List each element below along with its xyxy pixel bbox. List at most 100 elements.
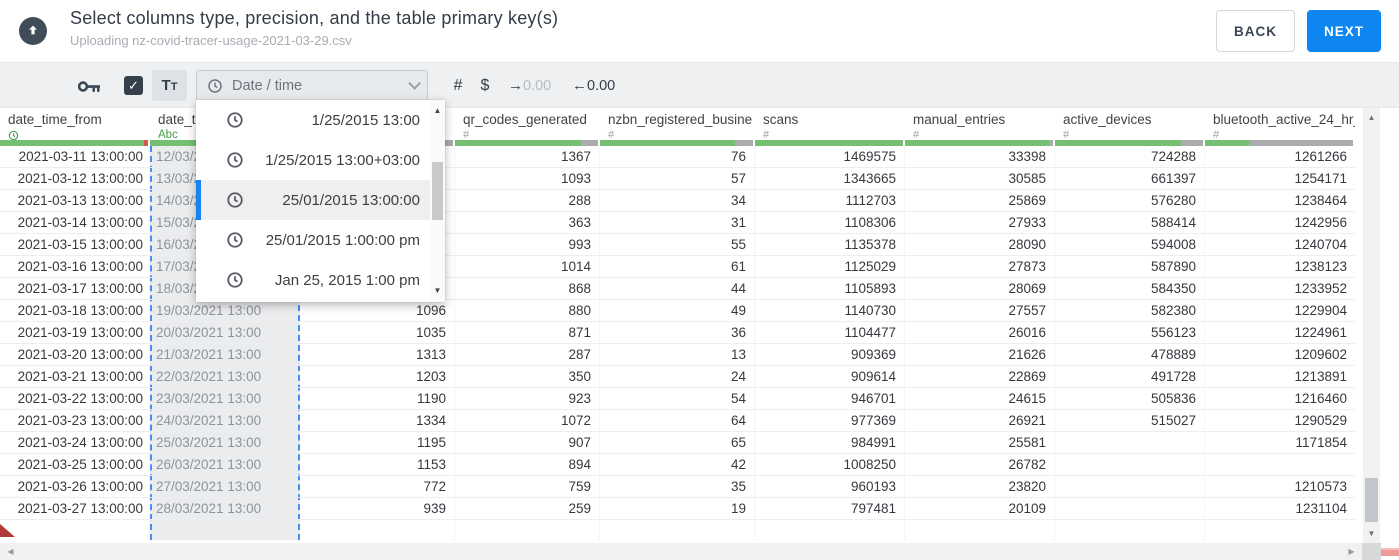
table-cell[interactable]: 724288 bbox=[1055, 146, 1205, 167]
menu-scroll-down-icon[interactable]: ▼ bbox=[430, 284, 445, 298]
table-cell[interactable]: 1242956 bbox=[1205, 212, 1355, 233]
table-cell[interactable]: 661397 bbox=[1055, 168, 1205, 189]
decrease-decimal-button[interactable]: ←0.00 bbox=[572, 63, 615, 109]
table-cell[interactable]: 350 bbox=[455, 366, 600, 387]
table-cell[interactable]: 20/03/2021 13:00 bbox=[150, 322, 300, 343]
table-cell[interactable]: 759 bbox=[455, 476, 600, 497]
table-cell[interactable]: 582380 bbox=[1055, 300, 1205, 321]
table-cell[interactable]: 1135378 bbox=[755, 234, 905, 255]
table-cell[interactable] bbox=[300, 520, 455, 540]
scroll-down-arrow-icon[interactable]: ▼ bbox=[1363, 526, 1380, 542]
table-row[interactable]: 2021-03-22 13:00:00 23/03/2021 13:00 1190 9… bbox=[0, 388, 1355, 410]
table-cell[interactable]: 25/03/2021 13:00 bbox=[150, 432, 300, 453]
table-cell[interactable]: 61 bbox=[600, 256, 755, 277]
table-cell[interactable]: 1313 bbox=[300, 344, 455, 365]
table-cell[interactable]: 19/03/2021 13:00 bbox=[150, 300, 300, 321]
table-cell[interactable]: 27873 bbox=[905, 256, 1055, 277]
datetime-format-option[interactable]: 25/01/2015 13:00:00 bbox=[196, 180, 430, 220]
table-cell[interactable]: 2021-03-25 13:00:00 bbox=[0, 454, 150, 475]
table-cell[interactable]: 22/03/2021 13:00 bbox=[150, 366, 300, 387]
column-header-bluetooth_active_24_hr_[interactable]: bluetooth_active_24_hr_ # bbox=[1205, 108, 1355, 146]
table-cell[interactable]: 587890 bbox=[1055, 256, 1205, 277]
table-cell[interactable]: 1195 bbox=[300, 432, 455, 453]
table-cell[interactable]: 1072 bbox=[455, 410, 600, 431]
table-row[interactable]: 2021-03-24 13:00:00 25/03/2021 13:00 1195 9… bbox=[0, 432, 1355, 454]
table-cell[interactable]: 288 bbox=[455, 190, 600, 211]
table-cell[interactable]: 2021-03-14 13:00:00 bbox=[0, 212, 150, 233]
table-cell[interactable]: 26/03/2021 13:00 bbox=[150, 454, 300, 475]
primary-key-icon[interactable] bbox=[77, 79, 101, 99]
table-cell[interactable]: 1125029 bbox=[755, 256, 905, 277]
scroll-up-arrow-icon[interactable]: ▲ bbox=[1363, 110, 1380, 126]
table-cell[interactable]: 1140730 bbox=[755, 300, 905, 321]
scroll-left-arrow-icon[interactable]: ◀ bbox=[2, 543, 19, 560]
table-cell[interactable]: 1096 bbox=[300, 300, 455, 321]
currency-type-button[interactable]: $ bbox=[475, 63, 495, 109]
table-cell[interactable]: 2021-03-23 13:00:00 bbox=[0, 410, 150, 431]
table-cell[interactable]: 259 bbox=[455, 498, 600, 519]
table-cell[interactable]: 1171854 bbox=[1205, 432, 1355, 453]
table-cell[interactable]: 1108306 bbox=[755, 212, 905, 233]
menu-scrollbar[interactable]: ▲ ▼ bbox=[430, 100, 445, 302]
table-cell[interactable]: 26921 bbox=[905, 410, 1055, 431]
table-cell[interactable] bbox=[1055, 498, 1205, 519]
table-cell[interactable]: 2021-03-19 13:00:00 bbox=[0, 322, 150, 343]
table-row[interactable]: 2021-03-25 13:00:00 26/03/2021 13:00 1153 8… bbox=[0, 454, 1355, 476]
table-cell[interactable]: 505836 bbox=[1055, 388, 1205, 409]
table-cell[interactable]: 2021-03-22 13:00:00 bbox=[0, 388, 150, 409]
table-cell[interactable]: 584350 bbox=[1055, 278, 1205, 299]
table-cell[interactable]: 797481 bbox=[755, 498, 905, 519]
number-type-button[interactable]: # bbox=[448, 63, 468, 109]
increase-decimal-button[interactable]: →0.00 bbox=[508, 63, 551, 109]
table-cell[interactable]: 27557 bbox=[905, 300, 1055, 321]
column-header-scans[interactable]: scans # bbox=[755, 108, 905, 146]
datetime-format-option[interactable]: 25/01/2015 1:00:00 pm bbox=[196, 220, 430, 260]
table-cell[interactable]: 1229904 bbox=[1205, 300, 1355, 321]
table-cell[interactable]: 13 bbox=[600, 344, 755, 365]
table-cell[interactable] bbox=[1055, 432, 1205, 453]
table-cell[interactable]: 1367 bbox=[455, 146, 600, 167]
table-cell[interactable]: 36 bbox=[600, 322, 755, 343]
table-cell[interactable]: 28090 bbox=[905, 234, 1055, 255]
table-cell[interactable]: 25869 bbox=[905, 190, 1055, 211]
table-cell[interactable]: 1240704 bbox=[1205, 234, 1355, 255]
column-header-date_time_from[interactable]: date_time_from bbox=[0, 108, 150, 146]
table-cell[interactable]: 894 bbox=[455, 454, 600, 475]
table-cell[interactable]: 55 bbox=[600, 234, 755, 255]
table-cell[interactable]: 923 bbox=[455, 388, 600, 409]
table-cell[interactable]: 35 bbox=[600, 476, 755, 497]
horizontal-scrollbar[interactable]: ◀ ▶ bbox=[0, 543, 1362, 560]
table-cell[interactable]: 1190 bbox=[300, 388, 455, 409]
table-cell[interactable]: 939 bbox=[300, 498, 455, 519]
table-cell[interactable] bbox=[905, 520, 1055, 540]
table-cell[interactable]: 2021-03-13 13:00:00 bbox=[0, 190, 150, 211]
table-cell[interactable]: 1213891 bbox=[1205, 366, 1355, 387]
table-cell[interactable]: 993 bbox=[455, 234, 600, 255]
table-cell[interactable]: 44 bbox=[600, 278, 755, 299]
table-cell[interactable]: 2021-03-24 13:00:00 bbox=[0, 432, 150, 453]
table-cell[interactable]: 49 bbox=[600, 300, 755, 321]
include-column-checkbox[interactable]: ✓ bbox=[124, 76, 143, 95]
table-cell[interactable]: 1008250 bbox=[755, 454, 905, 475]
table-cell[interactable]: 42 bbox=[600, 454, 755, 475]
table-cell[interactable]: 1112703 bbox=[755, 190, 905, 211]
table-cell[interactable] bbox=[0, 520, 150, 540]
table-cell[interactable]: 1209602 bbox=[1205, 344, 1355, 365]
column-header-manual_entries[interactable]: manual_entries # bbox=[905, 108, 1055, 146]
table-cell[interactable]: 22869 bbox=[905, 366, 1055, 387]
table-cell[interactable]: 909614 bbox=[755, 366, 905, 387]
table-cell[interactable]: 946701 bbox=[755, 388, 905, 409]
table-cell[interactable]: 23/03/2021 13:00 bbox=[150, 388, 300, 409]
table-cell[interactable]: 1233952 bbox=[1205, 278, 1355, 299]
table-cell[interactable]: 34 bbox=[600, 190, 755, 211]
vertical-scroll-thumb[interactable] bbox=[1365, 478, 1378, 522]
table-cell[interactable]: 1093 bbox=[455, 168, 600, 189]
table-cell[interactable]: 1254171 bbox=[1205, 168, 1355, 189]
table-cell[interactable]: 2021-03-26 13:00:00 bbox=[0, 476, 150, 497]
table-cell[interactable]: 287 bbox=[455, 344, 600, 365]
table-cell[interactable]: 1105893 bbox=[755, 278, 905, 299]
table-cell[interactable]: 363 bbox=[455, 212, 600, 233]
vertical-scrollbar[interactable]: ▲ ▼ bbox=[1363, 108, 1380, 544]
table-cell[interactable]: 27933 bbox=[905, 212, 1055, 233]
table-cell[interactable]: 24 bbox=[600, 366, 755, 387]
